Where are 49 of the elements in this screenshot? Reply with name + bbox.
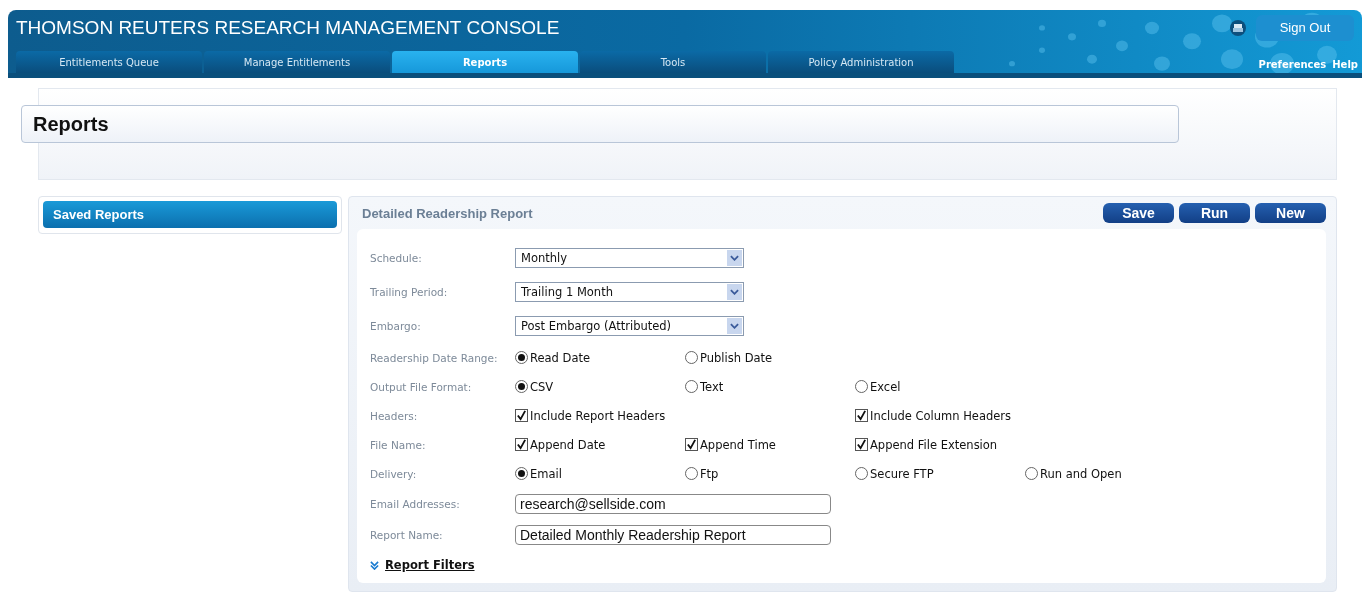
checkbox[interactable] bbox=[855, 409, 868, 422]
app-title: THOMSON REUTERS RESEARCH MANAGEMENT CONSOLE bbox=[16, 16, 560, 39]
option-label: Append File Extension bbox=[870, 437, 998, 452]
option-label: Email bbox=[530, 466, 562, 481]
field-label: Schedule: bbox=[370, 252, 423, 264]
printer-icon[interactable] bbox=[1230, 19, 1246, 36]
report-title: Detailed Readership Report bbox=[362, 205, 533, 221]
option-label: Excel bbox=[870, 379, 901, 394]
dropdown[interactable]: Post Embargo (Attributed) bbox=[515, 316, 744, 336]
chevron-down-icon[interactable] bbox=[370, 560, 379, 570]
field-label: Embargo: bbox=[370, 320, 422, 332]
option-label: Run and Open bbox=[1040, 466, 1122, 481]
option-label: Secure FTP bbox=[870, 466, 934, 481]
page-title: Reports bbox=[33, 112, 109, 136]
action-button[interactable]: Run bbox=[1179, 203, 1250, 223]
checkbox[interactable] bbox=[855, 438, 868, 451]
option-label: Ftp bbox=[700, 466, 719, 481]
option-label: Include Column Headers bbox=[870, 408, 1012, 423]
checkbox[interactable] bbox=[685, 438, 698, 451]
option-label: Text bbox=[700, 379, 724, 394]
field-label: Headers: bbox=[370, 409, 419, 422]
input-field[interactable]: Detailed Monthly Readership Report bbox=[515, 524, 831, 545]
option-label: Append Date bbox=[530, 437, 606, 452]
checkbox[interactable] bbox=[515, 438, 528, 451]
report-filters-link[interactable]: Report Filters bbox=[385, 558, 475, 572]
option-label: Publish Date bbox=[700, 350, 773, 365]
dropdown[interactable]: Monthly bbox=[515, 248, 744, 268]
field-label: Readership Date Range: bbox=[370, 351, 499, 364]
action-button[interactable]: Save bbox=[1103, 203, 1174, 223]
field-label: Output File Format: bbox=[370, 380, 473, 393]
field-label: File Name: bbox=[370, 438, 427, 451]
field-label: Email Addresses: bbox=[370, 497, 461, 510]
nav-tab[interactable]: Entitlements Queue bbox=[16, 51, 202, 73]
option-label: Read Date bbox=[530, 350, 591, 365]
option-label: Append Time bbox=[700, 437, 776, 452]
dropdown[interactable]: Trailing 1 Month bbox=[515, 282, 744, 302]
nav-tab[interactable]: Manage Entitlements bbox=[204, 51, 390, 73]
field-label: Trailing Period: bbox=[370, 286, 449, 298]
field-label: Report Name: bbox=[370, 528, 444, 541]
input-field[interactable]: research@sellside.com bbox=[515, 493, 831, 514]
option-label: Include Report Headers bbox=[530, 408, 666, 423]
option-label: CSV bbox=[530, 379, 554, 394]
nav-tab[interactable]: Tools bbox=[580, 51, 766, 73]
sidebar-item[interactable]: Saved Reports bbox=[43, 201, 337, 228]
field-label: Delivery: bbox=[370, 467, 418, 480]
action-button[interactable]: New bbox=[1255, 203, 1326, 223]
checkbox[interactable] bbox=[515, 409, 528, 422]
nav-tab[interactable]: Policy Administration bbox=[768, 51, 954, 73]
sign-out-button[interactable]: Sign Out bbox=[1256, 14, 1354, 41]
